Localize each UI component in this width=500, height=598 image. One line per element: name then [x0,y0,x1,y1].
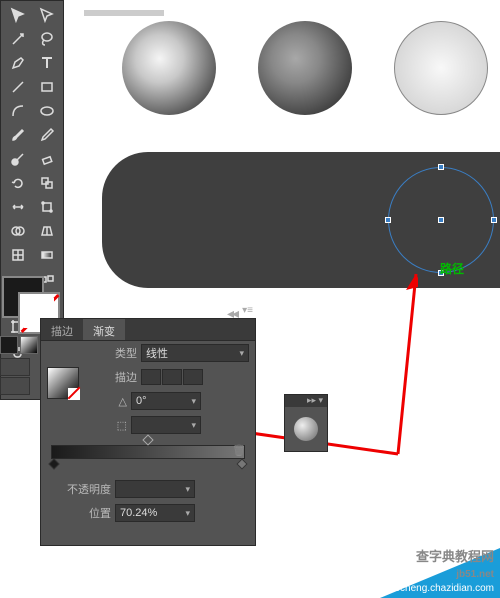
aspect-input[interactable] [131,416,201,434]
type-label: 类型 [87,345,137,361]
tool-ellipse[interactable] [32,99,61,123]
gradient-stop-1[interactable] [48,458,59,469]
position-label: 位置 [47,505,111,521]
stroke-align-3[interactable] [183,369,203,385]
tool-perspective[interactable] [32,219,61,243]
tool-eraser[interactable] [32,147,61,171]
panel-menu-icon[interactable]: ▾≡ [242,305,253,316]
artboard-edge [84,10,164,16]
angle-icon: △ [87,395,127,408]
tab-stroke[interactable]: 描边 [41,319,83,340]
gradient-ramp[interactable]: 🗑 [51,445,245,459]
draw-normal[interactable] [0,358,30,376]
tool-width[interactable] [3,195,32,219]
aspect-icon: ⬚ [87,419,127,432]
gradient-midpoint[interactable] [142,434,153,445]
tool-rectangle[interactable] [32,75,61,99]
opacity-input[interactable] [115,480,195,498]
draw-behind[interactable] [0,377,30,395]
tool-shape-builder[interactable] [3,219,32,243]
tool-free-transform[interactable] [32,195,61,219]
stroke-align-1[interactable] [141,369,161,385]
draw-modes [0,358,30,395]
tab-gradient[interactable]: 渐变 [83,319,125,340]
tool-mesh[interactable] [3,243,32,267]
type-select[interactable]: 线性 [141,344,249,362]
path-label: 路径 [440,260,464,277]
mini-sphere-preview [294,417,318,441]
tool-gradient[interactable] [32,243,61,267]
gradient-panel: ◂◂ ▾≡ 描边 渐变 类型 线性 描边 △ 0° ⬚ 🗑 不透明度 [40,318,256,546]
tool-line[interactable] [3,75,32,99]
sphere-2[interactable] [258,21,352,115]
stroke-label: 描边 [87,369,137,385]
color-mode-solid[interactable] [0,336,18,354]
position-input[interactable]: 70.24% [115,504,195,522]
delete-stop-icon[interactable]: 🗑 [232,444,246,458]
stroke-align-2[interactable] [162,369,182,385]
sphere-3-selected[interactable] [394,21,488,115]
tool-pen[interactable] [3,51,32,75]
angle-input[interactable]: 0° [131,392,201,410]
opacity-label: 不透明度 [47,481,111,497]
tool-scale[interactable] [32,171,61,195]
tool-magic-wand[interactable] [3,27,32,51]
tool-brush[interactable] [3,123,32,147]
watermark: 查字典教程网jb51.net jiaocheng.chazidian.com [320,548,500,598]
tool-direct-selection[interactable] [32,3,61,27]
tool-type[interactable] [32,51,61,75]
mini-preview-panel: ▸▸ ▾ [284,394,328,452]
gradient-stop-2[interactable] [236,458,247,469]
mini-panel-menu[interactable]: ▸▸ ▾ [285,395,327,407]
stroke-align-buttons [141,369,203,385]
tool-selection[interactable] [3,3,32,27]
tool-lasso[interactable] [32,27,61,51]
tool-blob[interactable] [3,147,32,171]
tool-arc[interactable] [3,99,32,123]
panel-tabs: 描边 渐变 [41,319,255,341]
panel-collapse-icon[interactable]: ◂◂ [227,305,237,322]
color-mode-gradient[interactable] [20,336,38,354]
sphere-1[interactable] [122,21,216,115]
tool-rotate[interactable] [3,171,32,195]
gradient-preview-swatch[interactable] [47,367,79,399]
tool-pencil[interactable] [32,123,61,147]
